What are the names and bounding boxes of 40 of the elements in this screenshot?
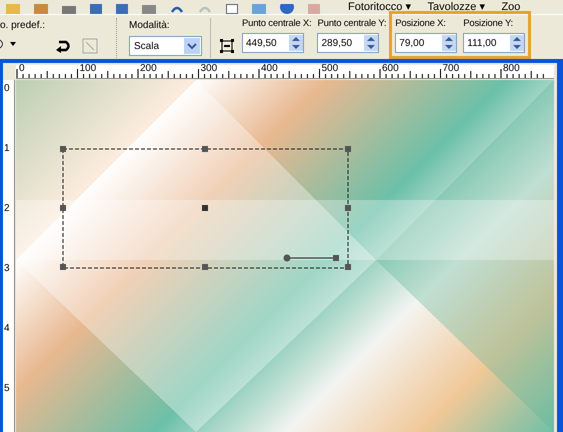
number-field[interactable]: 449,50 [242, 33, 304, 53]
selection-rectangle[interactable] [59, 145, 353, 273]
ruler-label: 500 [322, 64, 338, 74]
undo-icon[interactable] [170, 6, 184, 14]
ruler-label: 2 [4, 204, 10, 214]
ruler-label: 700 [442, 64, 460, 74]
field-label: Punto centrale X: [242, 18, 312, 30]
number-field[interactable]: 79,00 [395, 33, 458, 53]
ruler-label: 3 [4, 264, 10, 274]
ruler-label: 300 [200, 64, 218, 74]
spinner-icon[interactable] [289, 35, 303, 51]
bounding-box-icon[interactable] [220, 39, 234, 53]
mode-value: Scala [134, 40, 160, 54]
ruler-label: 5 [4, 384, 10, 394]
ruler-label: 200 [140, 64, 157, 74]
mode-label: Modalità: [129, 19, 171, 33]
mode-dropdown[interactable]: Scala [129, 36, 202, 56]
ruler-label: 400 [261, 64, 278, 74]
spinner-icon[interactable] [364, 35, 378, 51]
dropdown-arrow-icon[interactable] [10, 42, 16, 46]
menu-item[interactable]: Tavolozze ▾ [427, 1, 486, 14]
ruler-label: 1 [4, 144, 10, 154]
spinner-icon[interactable] [510, 35, 524, 51]
field-label: Punto centrale Y: [317, 18, 386, 30]
menu-item[interactable]: Fotoritocco ▾ [348, 1, 412, 14]
field-label: Posizione X: [395, 18, 447, 30]
number-field[interactable]: 111,00 [463, 33, 526, 53]
ruler-label: 4 [4, 324, 10, 334]
ruler-label: 600 [382, 64, 399, 74]
ruler-label: 0 [19, 64, 25, 74]
field-label: Posizione Y: [463, 18, 514, 30]
rotate-arrow-icon[interactable] [56, 39, 72, 53]
preset-label: o. predef.: [0, 19, 44, 33]
spinner-icon[interactable] [442, 35, 456, 51]
ruler-label: 100 [80, 64, 96, 74]
window-icon[interactable] [226, 4, 238, 14]
number-field[interactable]: 289,50 [317, 33, 380, 53]
ruler-label: 0 [4, 84, 10, 94]
ruler-label: 800 [503, 64, 520, 74]
menu-item[interactable]: Zoo [501, 1, 520, 14]
